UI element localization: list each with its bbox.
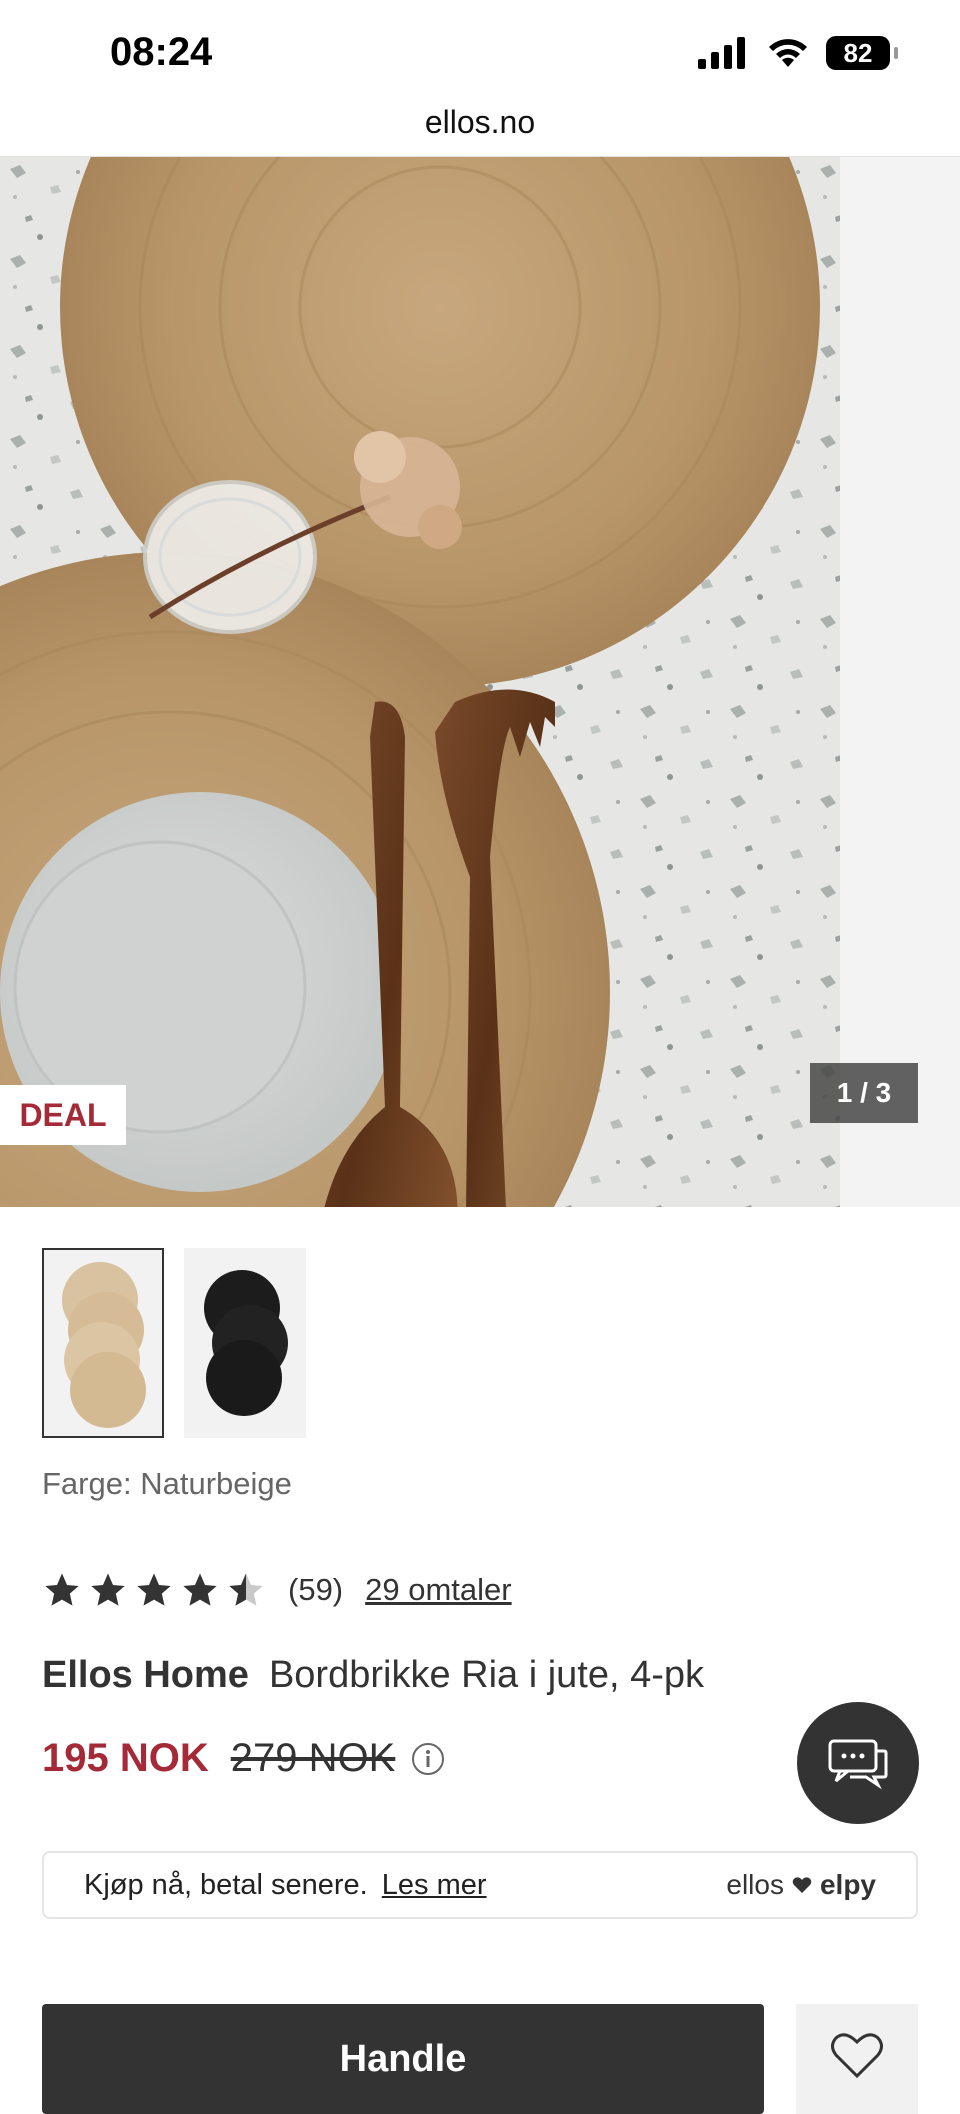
rating-count: (59) [288,1572,344,1607]
product-name: Bordbrikke Ria i jute, 4-pk [268,1654,705,1696]
battery-indicator: 82 [826,36,898,70]
battery-level: 82 [843,37,873,68]
wifi-icon [769,39,807,67]
color-label: Farge: Naturbeige [42,1466,292,1501]
star-icon [91,1573,125,1606]
original-price: 279 NOK [230,1736,396,1780]
half-star-icon [229,1573,263,1606]
chat-icon [828,1739,888,1790]
chat-button[interactable] [797,1702,919,1824]
pay-later-banner: Kjøp nå, betal senere. Les mer ellos elp… [42,1851,918,1919]
product-image-gallery[interactable]: DEAL 1 / 3 [0,157,960,1207]
status-bar: 08:24 82 [0,0,960,110]
variant-thumb-black[interactable] [184,1248,306,1438]
pay-later-text: Kjøp nå, betal senere. Les mer [84,1869,487,1902]
wishlist-button[interactable] [796,2004,918,2114]
current-price: 195 NOK [42,1736,209,1780]
address-bar[interactable]: ellos.no [0,96,960,157]
black-placemats-image [204,1270,288,1416]
variant-thumb-naturbeige[interactable] [42,1248,164,1438]
brand-name[interactable]: Ellos Home [42,1654,249,1696]
read-more-link[interactable]: Les mer [382,1869,487,1901]
url-text: ellos.no [424,104,536,140]
image-counter: 1 / 3 [810,1063,918,1123]
star-icon [137,1573,171,1606]
logo-ellos: ellos [726,1869,784,1900]
next-image-peek[interactable] [840,157,960,1207]
star-icon [45,1573,79,1606]
logo-elpy: elpy [819,1869,876,1900]
heart-icon [792,1877,812,1893]
deal-badge: DEAL [0,1085,126,1145]
status-time: 08:24 [110,30,213,74]
reviews-link[interactable]: 29 omtaler [365,1572,511,1608]
pay-later-message: Kjøp nå, betal senere. [84,1868,368,1901]
ellos-elpy-logo: ellos elpy [726,1869,876,1901]
signal-icon [698,37,745,69]
star-rating [42,1570,266,1610]
color-variants [42,1248,306,1438]
status-icons: 82 [698,36,898,70]
rating-row: (59) 29 omtaler [42,1570,512,1610]
beige-placemats-image [62,1262,146,1428]
price-row: 195 NOK 279 NOK [42,1736,445,1781]
info-icon[interactable] [411,1742,445,1776]
product-photo [0,157,840,1207]
star-icon [183,1573,217,1606]
product-title: Ellos Home Bordbrikke Ria i jute, 4-pk [42,1654,704,1697]
buy-button[interactable]: Handle [42,2004,764,2114]
heart-outline-icon [831,2033,883,2079]
